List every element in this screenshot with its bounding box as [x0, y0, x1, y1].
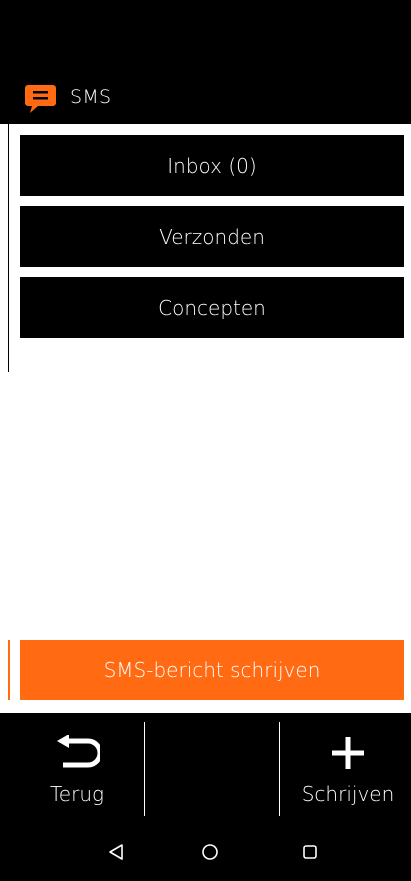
edge-accent: [8, 640, 10, 700]
action-divider: [144, 722, 145, 816]
return-arrow-icon: [54, 728, 100, 778]
app-header: [0, 74, 411, 124]
sent-button[interactable]: Verzonden: [20, 206, 404, 267]
page-title: SMS: [70, 86, 112, 108]
plus-icon: [330, 728, 366, 778]
message-bubble-icon: [24, 83, 57, 115]
circle-home-icon[interactable]: [198, 840, 222, 864]
write-button[interactable]: Schrijven: [292, 728, 404, 814]
square-recents-icon[interactable]: [298, 840, 322, 864]
back-button[interactable]: Terug: [38, 728, 116, 814]
inbox-button[interactable]: Inbox (0): [20, 135, 404, 196]
back-label: Terug: [49, 782, 105, 806]
drafts-button[interactable]: Concepten: [20, 277, 404, 338]
write-label: Schrijven: [301, 782, 395, 806]
status-bar: [0, 0, 411, 74]
triangle-back-icon[interactable]: [104, 840, 128, 864]
edge-line: [8, 124, 9, 372]
write-sms-button[interactable]: SMS-bericht schrijven: [20, 640, 404, 700]
action-divider: [279, 722, 280, 816]
